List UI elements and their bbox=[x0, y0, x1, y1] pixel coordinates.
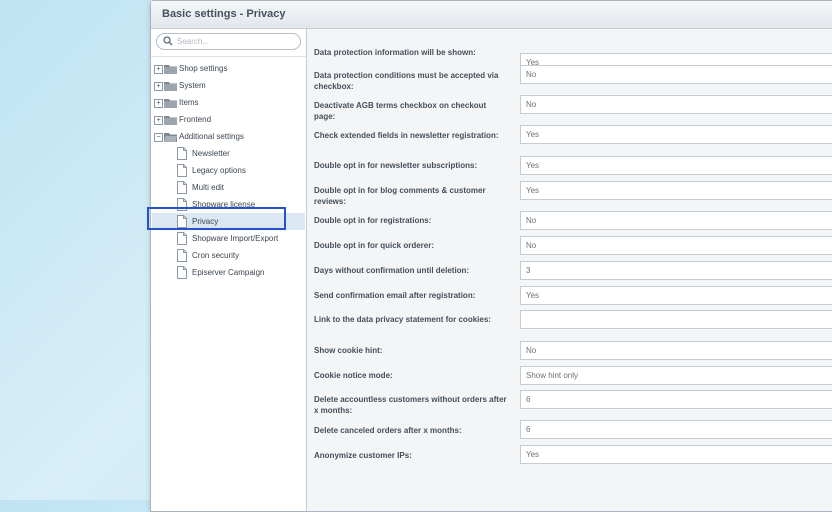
select-field[interactable]: No bbox=[520, 236, 832, 255]
collapse-toggle-icon[interactable]: − bbox=[154, 133, 163, 142]
tree-item-label: Newsletter bbox=[192, 149, 230, 158]
select-field[interactable]: Show hint only bbox=[520, 366, 832, 385]
document-icon bbox=[177, 249, 187, 262]
privacy-settings-form: Data protection information will be show… bbox=[307, 29, 832, 511]
number-field[interactable]: 6 bbox=[520, 420, 832, 439]
expand-toggle-icon[interactable]: + bbox=[154, 116, 163, 125]
tree-item-label: Additional settings bbox=[179, 132, 244, 141]
text-field[interactable] bbox=[520, 310, 832, 329]
field-label: Data protection information will be show… bbox=[314, 48, 476, 57]
settings-window: Basic settings - Privacy + Shop settings… bbox=[150, 0, 832, 512]
tree-item-label: Episerver Campaign bbox=[192, 268, 265, 277]
folder-icon bbox=[164, 65, 177, 74]
document-icon bbox=[177, 147, 187, 160]
field-label: Data protection conditions must be accep… bbox=[314, 71, 499, 91]
settings-tree-panel: + Shop settings + System + Items + Front… bbox=[151, 29, 307, 511]
tree-item-label: System bbox=[179, 81, 206, 90]
document-icon bbox=[177, 198, 187, 211]
document-icon bbox=[177, 215, 187, 228]
number-field[interactable]: 6 bbox=[520, 390, 832, 409]
document-icon bbox=[177, 164, 187, 177]
tree-item-privacy[interactable]: Privacy bbox=[151, 213, 306, 230]
tree-item-label: Items bbox=[179, 98, 199, 107]
tree-item-frontend[interactable]: + Frontend bbox=[151, 111, 306, 128]
tree-item-label: Shopware Import/Export bbox=[192, 234, 279, 243]
folder-icon bbox=[164, 82, 177, 91]
field-label: Link to the data privacy statement for c… bbox=[314, 315, 491, 324]
tree-item-label: Cron security bbox=[192, 251, 240, 260]
tree-item-shopware-import-export[interactable]: Shopware Import/Export bbox=[151, 230, 306, 247]
number-field[interactable]: 3 bbox=[520, 261, 832, 280]
field-label: Show cookie hint: bbox=[314, 346, 383, 355]
select-field[interactable]: Yes bbox=[520, 445, 832, 464]
field-label: Check extended fields in newsletter regi… bbox=[314, 131, 499, 140]
document-icon bbox=[177, 232, 187, 245]
selection-background bbox=[152, 213, 305, 230]
search-area bbox=[151, 29, 306, 57]
field-label: Double opt in for registrations: bbox=[314, 216, 432, 225]
window-title: Basic settings - Privacy bbox=[151, 1, 832, 29]
folder-open-icon bbox=[164, 133, 177, 142]
select-field[interactable]: Yes bbox=[520, 125, 832, 144]
field-label: Anonymize customer IPs: bbox=[314, 451, 412, 460]
tree-item-multi-edit[interactable]: Multi edit bbox=[151, 179, 306, 196]
field-label: Double opt in for quick orderer: bbox=[314, 241, 435, 250]
select-field[interactable]: Yes bbox=[520, 286, 832, 305]
expand-toggle-icon[interactable]: + bbox=[154, 82, 163, 91]
field-label: Deactivate AGB terms checkbox on checkou… bbox=[314, 101, 487, 121]
tree-item-additional-settings[interactable]: − Additional settings bbox=[151, 128, 306, 145]
select-field[interactable]: Yes bbox=[520, 156, 832, 175]
field-label: Double opt in for newsletter subscriptio… bbox=[314, 161, 478, 170]
select-field[interactable]: No bbox=[520, 211, 832, 230]
select-field[interactable]: No bbox=[520, 95, 832, 114]
tree-item-label: Shopware license bbox=[192, 200, 256, 209]
tree-item-episerver-campaign[interactable]: Episerver Campaign bbox=[151, 264, 306, 281]
tree-item-label: Shop settings bbox=[179, 64, 228, 73]
tree-item-shop-settings[interactable]: + Shop settings bbox=[151, 60, 306, 77]
tree-item-system[interactable]: + System bbox=[151, 77, 306, 94]
tree-item-cron-security[interactable]: Cron security bbox=[151, 247, 306, 264]
field-label: Delete accountless customers without ord… bbox=[314, 395, 507, 415]
document-icon bbox=[177, 181, 187, 194]
tree-item-label: Frontend bbox=[179, 115, 212, 124]
select-field[interactable]: Yes bbox=[520, 181, 832, 200]
select-field[interactable]: No bbox=[520, 341, 832, 360]
select-field[interactable]: No bbox=[520, 65, 832, 84]
search-box[interactable] bbox=[156, 33, 301, 50]
tree-item-items[interactable]: + Items bbox=[151, 94, 306, 111]
folder-icon bbox=[164, 116, 177, 125]
search-icon bbox=[163, 36, 173, 46]
field-label: Cookie notice mode: bbox=[314, 371, 393, 380]
tree-item-legacy-options[interactable]: Legacy options bbox=[151, 162, 306, 179]
tree-item-label: Legacy options bbox=[192, 166, 246, 175]
settings-tree: + Shop settings + System + Items + Front… bbox=[151, 57, 306, 281]
tree-item-label: Privacy bbox=[192, 217, 219, 226]
tree-item-newsletter[interactable]: Newsletter bbox=[151, 145, 306, 162]
folder-icon bbox=[164, 99, 177, 108]
field-label: Send confirmation email after registrati… bbox=[314, 291, 476, 300]
document-icon bbox=[177, 266, 187, 279]
field-label: Delete canceled orders after x months: bbox=[314, 426, 462, 435]
expand-toggle-icon[interactable]: + bbox=[154, 65, 163, 74]
tree-item-shopware-license[interactable]: Shopware license bbox=[151, 196, 306, 213]
field-label: Days without confirmation until deletion… bbox=[314, 266, 470, 275]
expand-toggle-icon[interactable]: + bbox=[154, 99, 163, 108]
field-label: Double opt in for blog comments & custom… bbox=[314, 186, 486, 206]
tree-item-label: Multi edit bbox=[192, 183, 225, 192]
search-input[interactable] bbox=[177, 34, 295, 49]
